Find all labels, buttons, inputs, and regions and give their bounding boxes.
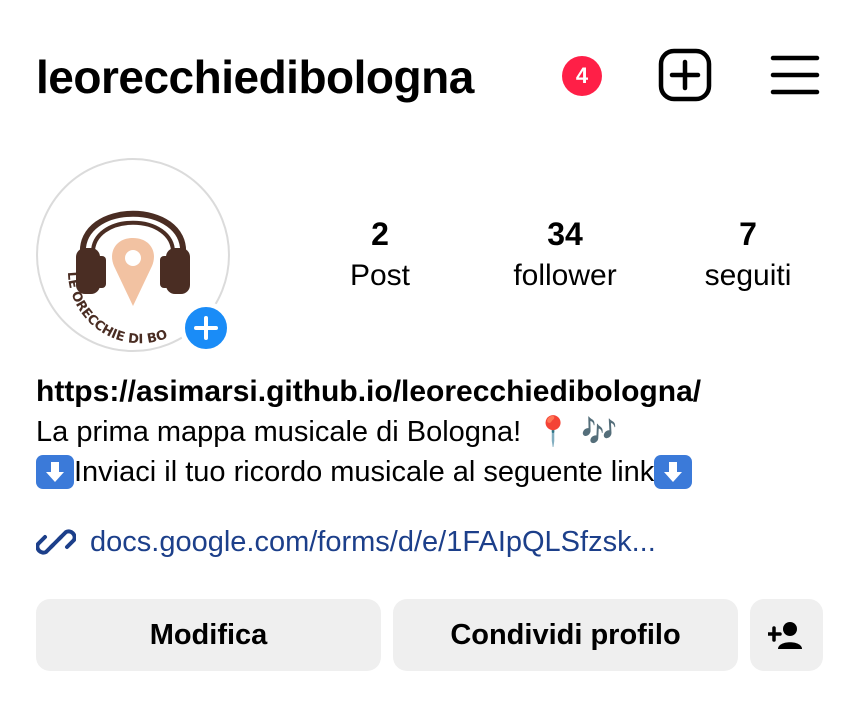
profile-actions: Modifica Condividi profilo bbox=[36, 599, 823, 671]
add-person-icon bbox=[767, 622, 802, 649]
plus-square-icon bbox=[658, 48, 712, 102]
stat-following-value: 7 bbox=[739, 216, 757, 252]
notification-badge[interactable]: 4 bbox=[562, 56, 602, 96]
pin-emoji-icon: 📍 bbox=[535, 416, 572, 448]
music-notes-emoji-icon: 🎶 bbox=[581, 416, 618, 448]
stat-following[interactable]: 7 seguiti bbox=[658, 214, 838, 298]
profile-bio: https://asimarsi.github.io/leorecchiedib… bbox=[36, 372, 839, 492]
stat-posts-value: 2 bbox=[371, 216, 389, 252]
plus-icon bbox=[194, 316, 218, 340]
add-person-button[interactable] bbox=[750, 599, 823, 671]
stat-posts[interactable]: 2 Post bbox=[290, 214, 470, 298]
link-icon bbox=[36, 529, 76, 555]
hamburger-menu-icon bbox=[770, 55, 820, 95]
bio-title: https://asimarsi.github.io/leorecchiedib… bbox=[36, 375, 702, 408]
stat-followers-value: 34 bbox=[547, 216, 583, 252]
menu-button[interactable] bbox=[770, 52, 820, 98]
username[interactable]: leorecchiedibologna bbox=[36, 50, 474, 104]
add-story-button[interactable] bbox=[180, 302, 232, 354]
profile-header: leorecchiedibologna 4 bbox=[36, 44, 823, 108]
profile-stats: 2 Post 34 follower 7 seguiti bbox=[290, 214, 830, 304]
edit-profile-button[interactable]: Modifica bbox=[36, 599, 381, 671]
avatar-container[interactable]: LE ORECCHIE DI BO bbox=[36, 158, 234, 356]
external-link[interactable]: docs.google.com/forms/d/e/1FAIpQLSfzsk..… bbox=[36, 522, 656, 562]
new-post-button[interactable] bbox=[658, 48, 712, 102]
down-arrow-emoji-icon bbox=[36, 455, 74, 489]
avatar-text: LE ORECCHIE DI BO bbox=[64, 271, 170, 347]
bio-line-1: La prima mappa musicale di Bologna! 📍 🎶 bbox=[36, 412, 839, 452]
bio-line-2: Inviaci il tuo ricordo musicale al segue… bbox=[36, 452, 839, 492]
stat-followers-label: follower bbox=[513, 259, 617, 292]
stat-followers[interactable]: 34 follower bbox=[475, 214, 655, 298]
svg-text:LE ORECCHIE DI BO: LE ORECCHIE DI BO bbox=[64, 271, 170, 347]
stat-following-label: seguiti bbox=[704, 259, 792, 292]
link-text[interactable]: docs.google.com/forms/d/e/1FAIpQLSfzsk..… bbox=[90, 526, 656, 559]
share-profile-button[interactable]: Condividi profilo bbox=[393, 599, 738, 671]
down-arrow-emoji-icon bbox=[654, 455, 693, 489]
bio-line-1-text: La prima mappa musicale di Bologna! bbox=[36, 416, 522, 448]
stat-posts-label: Post bbox=[349, 259, 411, 292]
bio-line-2-text: Inviaci il tuo ricordo musicale al segue… bbox=[74, 456, 655, 488]
